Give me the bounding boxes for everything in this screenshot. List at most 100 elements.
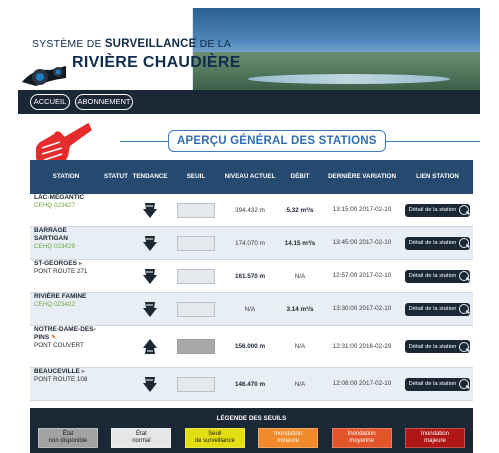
link-cell: Détail de la station bbox=[402, 368, 473, 400]
warning-icon: ✎ bbox=[51, 335, 57, 341]
flow-value: N/A bbox=[294, 380, 306, 388]
legend-title: LÉGENDE DES SEUILS bbox=[216, 415, 287, 422]
last-variation: 12:31:00 2016-02-29 bbox=[332, 342, 392, 350]
station-name: BEAUCEVILLE ▸ bbox=[34, 368, 85, 376]
col-lien: LIEN STATION bbox=[416, 173, 459, 180]
legend-line1: État bbox=[62, 431, 74, 437]
station-cell: BARRAGE SARTIGAN CEHQ 023429 bbox=[30, 227, 102, 259]
col-variation: DERNIÈRE VARIATION bbox=[328, 173, 396, 180]
status-cell bbox=[102, 368, 130, 400]
station-code[interactable]: CEHQ 023429 bbox=[34, 243, 75, 251]
link-cell: Détail de la station bbox=[402, 326, 473, 367]
station-cell: RIVIÈRE FAMINE CEHQ 023422 bbox=[30, 293, 102, 325]
last-variation: 12:57:00 2017-02-10 bbox=[332, 272, 392, 279]
legend-line2: de surveillance bbox=[194, 438, 235, 444]
last-variation: 13:15:00 2017-02-10 bbox=[332, 206, 392, 213]
table-header: STATION STATUT TENDANCE SEUIL NIVEAU ACT… bbox=[30, 160, 473, 194]
station-cell: LAC-MÉGANTIC CEHQ 023427 bbox=[30, 194, 102, 226]
station-detail-label: Détail de la station bbox=[408, 273, 457, 279]
nav-home-button[interactable]: ACCUEIL bbox=[30, 94, 70, 110]
legend-items: État non disponible État normal Seuil de… bbox=[38, 428, 465, 448]
trend-cell bbox=[130, 368, 170, 400]
trend-down-icon bbox=[143, 377, 157, 392]
station-detail-button[interactable]: Détail de la station bbox=[404, 236, 471, 250]
logo-text-a: SYSTÈME DE bbox=[32, 38, 102, 50]
level-value: 146.470 m bbox=[234, 380, 266, 388]
threshold-cell bbox=[170, 260, 222, 292]
magnifier-icon bbox=[459, 304, 470, 314]
trend-cell bbox=[130, 194, 170, 226]
station-name: LAC-MÉGANTIC bbox=[34, 194, 85, 201]
camera-small-icon: ▸ bbox=[81, 369, 85, 375]
station-detail-button[interactable]: Détail de la station bbox=[404, 203, 471, 217]
table-row: RIVIÈRE FAMINE CEHQ 023422 N/A 3.14 m³/s… bbox=[30, 293, 473, 326]
last-variation: 13:45:00 2017-02-10 bbox=[332, 239, 392, 246]
link-cell: Détail de la station bbox=[402, 194, 473, 226]
station-name: NOTRE-DAME-DES-PINS ✎ bbox=[34, 326, 102, 342]
trend-cell bbox=[130, 227, 170, 259]
threshold-indicator bbox=[177, 268, 215, 284]
status-cell bbox=[102, 293, 130, 325]
trend-cell bbox=[130, 260, 170, 292]
flow-value: 14.15 m³/s bbox=[284, 239, 316, 247]
legend-item-minor: Inondation mineure bbox=[258, 428, 319, 448]
station-code[interactable]: CEHQ 023427 bbox=[34, 202, 75, 210]
station-name-text: ST-GEORGES bbox=[34, 260, 77, 267]
nav-subscribe-button[interactable]: ABONNEMENT bbox=[75, 94, 133, 110]
threshold-cell bbox=[170, 194, 222, 226]
legend-item-unavailable: État non disponible bbox=[38, 428, 98, 448]
station-detail-label: Détail de la station bbox=[408, 381, 457, 387]
flow-value: 3.14 m³/s bbox=[286, 305, 314, 313]
logo[interactable]: SYSTÈME DE SURVEILLANCE DE LA RIVIÈRE CH… bbox=[18, 8, 240, 90]
section-title: APERÇU GÉNÉRAL DES STATIONS bbox=[168, 130, 386, 152]
table-row: BARRAGE SARTIGAN CEHQ 023429 174.070 m 1… bbox=[30, 227, 473, 260]
logo-text-b: SURVEILLANCE bbox=[104, 38, 197, 50]
station-location: PONT ROUTE 271 bbox=[34, 268, 88, 275]
threshold-legend: LÉGENDE DES SEUILS État non disponible É… bbox=[30, 408, 473, 453]
station-detail-button[interactable]: Détail de la station bbox=[404, 340, 471, 353]
col-debit: DÉBIT bbox=[290, 173, 310, 180]
station-name: RIVIÈRE FAMINE bbox=[34, 293, 87, 300]
camera-icon bbox=[22, 66, 66, 86]
logo-text-c: DE LA bbox=[199, 38, 231, 50]
station-cell: NOTRE-DAME-DES-PINS ✎ PONT COUVERT bbox=[30, 326, 102, 367]
col-niveau: NIVEAU ACTUEL bbox=[224, 173, 276, 180]
legend-line1: État bbox=[136, 431, 147, 437]
magnifier-icon bbox=[459, 205, 470, 215]
legend-line1: Inondation bbox=[420, 431, 449, 437]
station-detail-button[interactable]: Détail de la station bbox=[404, 377, 471, 391]
camera-small-icon: ▸ bbox=[78, 261, 82, 267]
threshold-indicator bbox=[177, 339, 215, 354]
station-name-text: BEAUCEVILLE bbox=[34, 368, 80, 375]
logo-text-line1: SYSTÈME DE SURVEILLANCE DE LA bbox=[32, 38, 231, 50]
table-row: ST-GEORGES ▸ PONT ROUTE 271 161.570 m N/A… bbox=[30, 260, 473, 293]
table-row: NOTRE-DAME-DES-PINS ✎ PONT COUVERT 156.00… bbox=[30, 326, 473, 368]
legend-line2: normal bbox=[132, 438, 151, 444]
trend-down-icon bbox=[143, 203, 157, 218]
stations-table: STATION STATUT TENDANCE SEUIL NIVEAU ACT… bbox=[30, 160, 473, 401]
level-value: 161.570 m bbox=[234, 272, 266, 280]
station-detail-button[interactable]: Détail de la station bbox=[404, 302, 471, 316]
legend-item-major: Inondation majeure bbox=[404, 428, 465, 448]
legend-item-moderate: Inondation moyenne bbox=[331, 428, 392, 448]
header-photo-river bbox=[248, 74, 450, 84]
trend-up-icon bbox=[143, 338, 157, 354]
status-cell bbox=[102, 326, 130, 367]
legend-line2: moyenne bbox=[349, 438, 374, 444]
col-station: STATION bbox=[52, 173, 80, 180]
station-cell: ST-GEORGES ▸ PONT ROUTE 271 bbox=[30, 260, 102, 292]
logo-text-line2: RIVIÈRE CHAUDIÈRE bbox=[72, 54, 241, 71]
trend-down-icon bbox=[143, 302, 157, 317]
col-seuil: SEUIL bbox=[186, 173, 206, 180]
flow-value: 5.32 m³/s bbox=[286, 206, 314, 214]
station-code[interactable]: CEHQ 023422 bbox=[34, 301, 75, 309]
trend-cell bbox=[130, 293, 170, 325]
station-cell: BEAUCEVILLE ▸ PONT ROUTE 108 bbox=[30, 368, 102, 400]
magnifier-icon bbox=[459, 341, 470, 352]
station-detail-button[interactable]: Détail de la station bbox=[404, 269, 471, 283]
legend-line2: non disponible bbox=[48, 438, 88, 444]
site-header: SYSTÈME DE SURVEILLANCE DE LA RIVIÈRE CH… bbox=[18, 8, 480, 90]
link-cell: Détail de la station bbox=[402, 293, 473, 325]
trend-cell bbox=[130, 326, 170, 367]
threshold-indicator bbox=[177, 376, 215, 392]
